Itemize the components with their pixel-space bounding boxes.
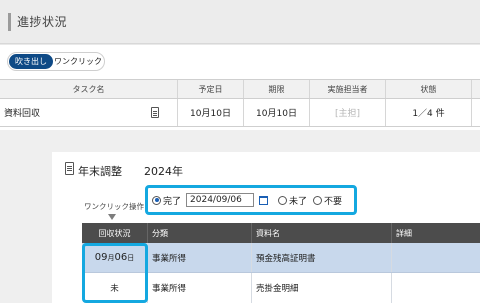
detail-cell — [392, 243, 480, 272]
planned-date-cell: 10月10日 — [178, 99, 244, 126]
oneclick-mode-button[interactable]: ワンクリック — [53, 54, 103, 69]
balloon-mode-button[interactable]: 吹き出し — [9, 54, 53, 69]
oneclick-operation-label: ワンクリック操作： — [84, 202, 152, 211]
radio-done-label[interactable]: 完了 — [163, 194, 181, 207]
document-name-cell: 預金残高証明書 — [252, 243, 392, 272]
completion-date-input[interactable]: 2024/09/06 — [186, 193, 255, 207]
assignee-cell: [主担] — [310, 99, 386, 126]
calendar-icon[interactable] — [259, 195, 269, 205]
pointer-triangle-icon — [108, 214, 116, 220]
column-header-planned-date: 予定日 — [178, 80, 244, 98]
column-header-assignee: 実施担当者 — [310, 80, 386, 98]
detail-cell — [392, 273, 480, 303]
page-title: 進捗状況 — [17, 15, 68, 29]
column-header-task-name: タスク名 — [0, 80, 178, 98]
panel-title: 年末調整 — [78, 165, 122, 178]
column-header-deadline: 期限 — [244, 80, 310, 98]
document-icon[interactable] — [150, 107, 159, 118]
radio-not-done[interactable] — [278, 195, 288, 205]
title-accent-bar — [8, 13, 11, 31]
radio-unneeded[interactable] — [313, 195, 323, 205]
title-bar: 進捗状況 — [0, 0, 480, 44]
radio-done[interactable] — [152, 195, 161, 205]
document-icon — [65, 162, 74, 175]
task-table-header: タスク名 予定日 期限 実施担当者 状態 — [0, 79, 480, 99]
collection-status-date-cell[interactable]: 09 月 06 日 — [82, 243, 148, 272]
radio-not-done-label[interactable]: 未了 — [289, 194, 307, 207]
main-content: 吹き出し ワンクリック タスク名 予定日 期限 実施担当者 状態 資料回収 10… — [0, 45, 480, 303]
table-row[interactable]: 資料回収 10月10日 10月10日 [主担] 1／4 件 — [0, 99, 480, 127]
column-header-document-name: 資料名 — [252, 223, 392, 243]
task-name-cell[interactable]: 資料回収 — [0, 99, 132, 126]
radio-unneeded-label[interactable]: 不要 — [324, 194, 342, 207]
category-cell: 事業所得 — [148, 243, 252, 272]
column-header-category: 分類 — [148, 223, 252, 243]
document-name-cell: 売掛金明細 — [252, 273, 392, 303]
oneclick-options: 完了 2024/09/06 未了 不要 — [152, 192, 342, 208]
column-header-collection-status: 回収状況 — [82, 223, 148, 243]
category-cell: 事業所得 — [148, 273, 252, 303]
document-table-header: 回収状況 分類 資料名 詳細 — [82, 223, 480, 243]
deadline-cell: 10月10日 — [244, 99, 310, 126]
collection-status-cell[interactable]: 未 — [82, 273, 148, 303]
column-header-status: 状態 — [386, 80, 472, 98]
column-header-detail: 詳細 — [396, 228, 412, 238]
detail-panel: 年末調整 2024年 ワンクリック操作： 完了 2024/09/06 未了 不要… — [52, 152, 480, 303]
panel-year: 2024年 — [144, 165, 183, 178]
view-mode-toggle: 吹き出し ワンクリック — [7, 52, 105, 71]
table-row[interactable]: 未 事業所得 売掛金明細 — [82, 273, 480, 303]
task-document-cell — [132, 99, 178, 126]
status-cell[interactable]: 1／4 件 — [386, 99, 472, 126]
table-row[interactable]: 09 月 06 日 事業所得 預金残高証明書 — [82, 243, 480, 273]
